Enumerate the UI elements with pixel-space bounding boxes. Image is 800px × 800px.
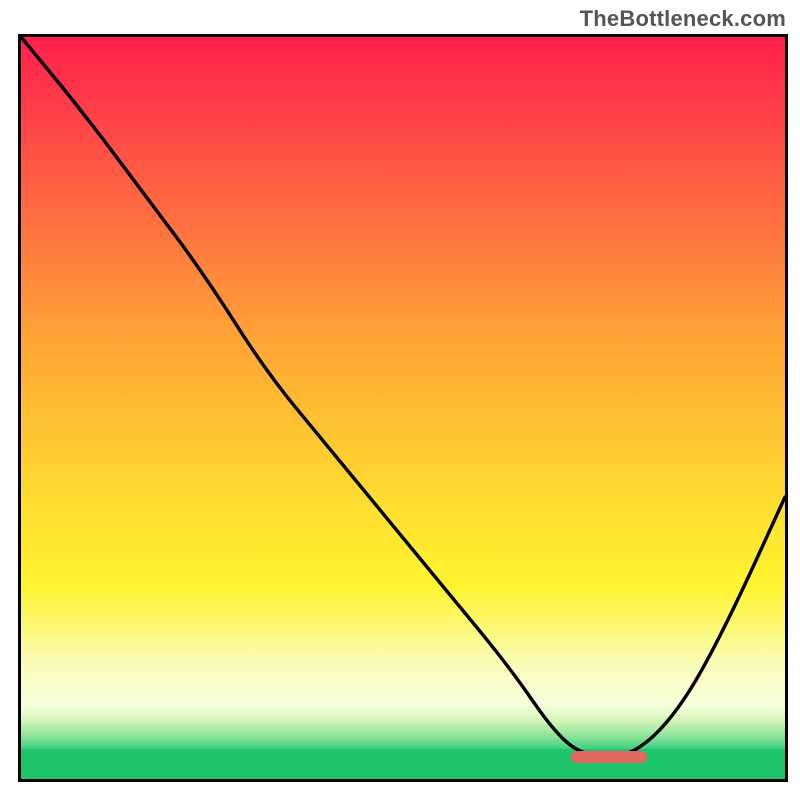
optimal-range-marker bbox=[571, 751, 647, 763]
bottleneck-curve-path bbox=[21, 37, 785, 757]
watermark-text: TheBottleneck.com bbox=[580, 6, 786, 32]
chart-plot-area bbox=[18, 34, 788, 782]
chart-curve-svg bbox=[21, 37, 785, 779]
